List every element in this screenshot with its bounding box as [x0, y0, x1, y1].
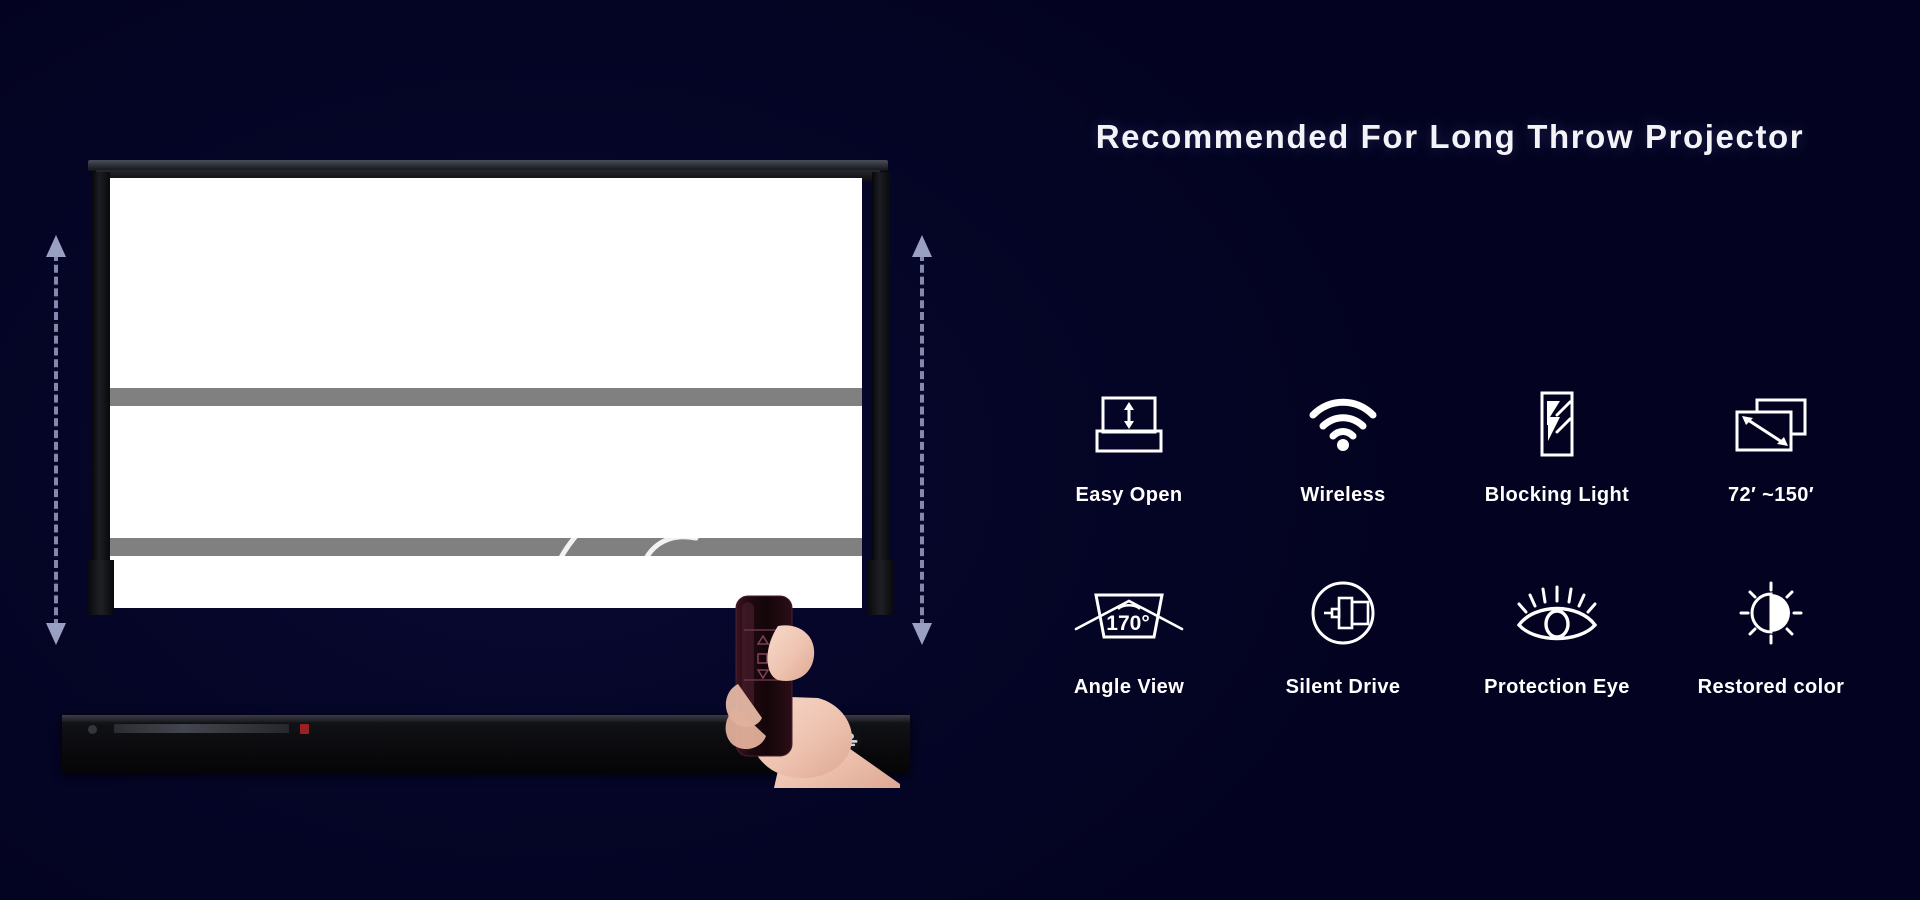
cabinet-control-panel[interactable] [114, 724, 289, 733]
feature-label: Angle View [1073, 676, 1185, 698]
feature-wireless[interactable]: Wireless [1236, 388, 1450, 576]
height-adjust-arrow-right [910, 235, 934, 645]
cabinet-sensor-icon [88, 725, 97, 734]
screen-rise-icon [1093, 388, 1165, 462]
product-image [0, 0, 980, 900]
screen-post-right [872, 172, 890, 602]
angle-value-text: 170° [1106, 612, 1149, 635]
arrow-shaft [920, 253, 924, 627]
feature-label: Wireless [1300, 484, 1386, 506]
arrow-head-down-icon [912, 623, 932, 645]
projection-screen-surface [110, 178, 862, 608]
feature-grid: Easy Open Wireless Blocking Light 72′ ~1… [1022, 388, 1878, 764]
brightness-contrast-icon [1739, 576, 1803, 650]
thumb [767, 625, 815, 681]
screen-band-lower [110, 538, 862, 556]
remote-control-in-hand [725, 595, 900, 788]
cabinet-power-indicator [300, 724, 309, 734]
content-column: Recommended For Long Throw Projector Eas… [980, 0, 1920, 900]
screen-foot-left [88, 560, 114, 615]
feature-protection-eye[interactable]: Protection Eye [1450, 576, 1664, 764]
feature-silent-drive[interactable]: Silent Drive [1236, 576, 1450, 764]
feature-easy-open[interactable]: Easy Open [1022, 388, 1236, 576]
feature-label: Silent Drive [1285, 676, 1401, 698]
feature-banner: Recommended For Long Throw Projector Eas… [0, 0, 1920, 900]
feature-angle-view[interactable]: 170° Angle View [1022, 576, 1236, 764]
feature-label: Restored color [1697, 676, 1845, 698]
feature-restored-color[interactable]: Restored color [1664, 576, 1878, 764]
page-title: Recommended For Long Throw Projector [1095, 118, 1805, 155]
feature-label: 72′ ~150′ [1727, 484, 1815, 506]
eye-icon [1511, 576, 1603, 650]
feature-label: Blocking Light [1484, 484, 1630, 506]
arrow-shaft [54, 253, 58, 627]
feature-label: Easy Open [1075, 484, 1183, 506]
motor-in-circle-icon [1310, 576, 1376, 650]
height-adjust-arrow-left [44, 235, 68, 645]
viewing-angle-170-icon: 170° [1074, 576, 1184, 650]
feature-label: Protection Eye [1484, 676, 1630, 698]
feature-blocking-light[interactable]: Blocking Light [1450, 388, 1664, 576]
screen-band-upper [110, 388, 862, 406]
arrow-head-down-icon [46, 623, 66, 645]
light-blocking-panel-icon [1529, 388, 1585, 462]
feature-screen-size[interactable]: 72′ ~150′ [1664, 388, 1878, 576]
screen-post-left [92, 172, 110, 602]
screen-size-diagonal-icon [1731, 388, 1811, 462]
wifi-icon [1308, 388, 1378, 462]
